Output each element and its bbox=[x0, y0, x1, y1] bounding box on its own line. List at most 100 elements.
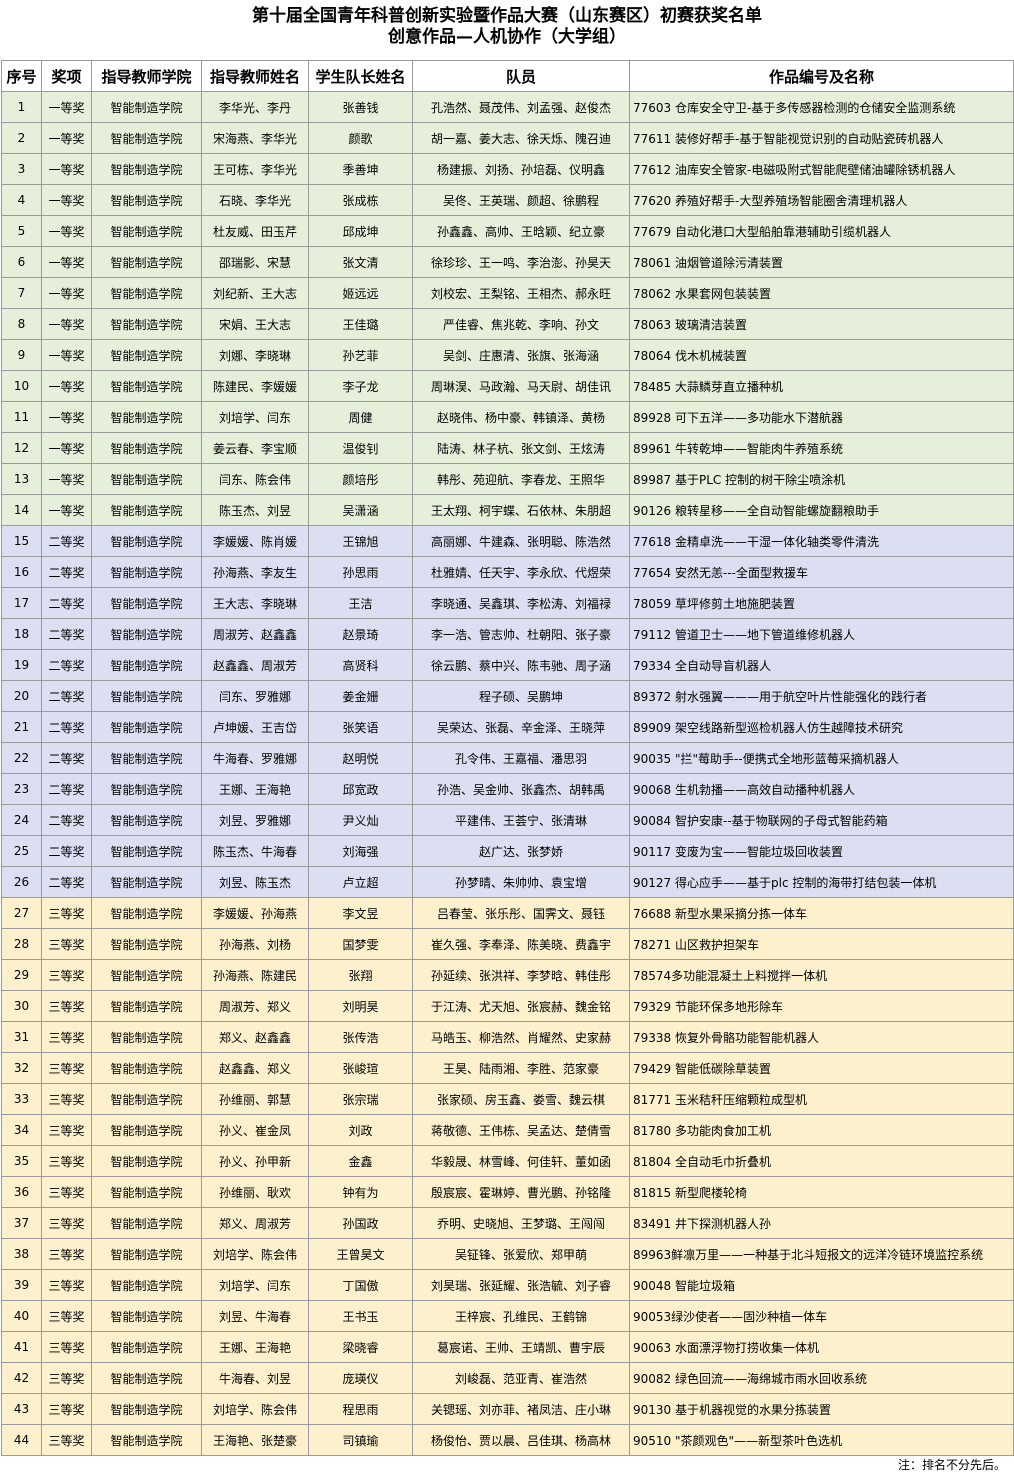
cell-teacher-names: 牛海春、刘昱 bbox=[201, 1362, 309, 1394]
table-row: 7 一等奖 智能制造学院 刘纪新、王大志 姬远远 刘校宏、王梨铭、王相杰、郝永旺 78062… bbox=[1, 277, 1014, 309]
cell-captain: 刘政 bbox=[308, 1114, 413, 1146]
cell-award: 一等奖 bbox=[41, 308, 92, 340]
cell-project: 79338 恢复外骨骼功能智能机器人 bbox=[629, 1021, 1014, 1053]
cell-award: 一等奖 bbox=[41, 432, 92, 464]
cell-teacher-names: 赵鑫鑫、郑义 bbox=[201, 1052, 309, 1084]
cell-index: 6 bbox=[1, 246, 42, 278]
cell-teacher-names: 周淑芳、赵鑫鑫 bbox=[201, 618, 309, 650]
cell-teacher-names: 郑义、赵鑫鑫 bbox=[201, 1021, 309, 1053]
cell-captain: 张峻瑄 bbox=[308, 1052, 413, 1084]
cell-index: 16 bbox=[1, 556, 42, 588]
cell-award: 二等奖 bbox=[41, 525, 92, 557]
cell-teacher-names: 李媛媛、陈肖媛 bbox=[201, 525, 309, 557]
cell-members: 赵晓伟、杨中豪、韩镇泽、黄杨 bbox=[412, 401, 630, 433]
cell-captain: 尹义灿 bbox=[308, 804, 413, 836]
awards-table: 序号 奖项 指导教师学院 指导教师姓名 学生队长姓名 队员 作品编号及名称 1一… bbox=[1, 60, 1014, 1456]
cell-captain: 张成栋 bbox=[308, 184, 413, 216]
cell-project: 77618 金精卓洗——干湿一体化轴类零件清洗 bbox=[629, 525, 1014, 557]
table-row: 19 二等奖 智能制造学院 赵鑫鑫、周淑芳 高贤科 徐云鹏、蔡中兴、陈韦驰、周子涵 7933… bbox=[1, 649, 1014, 681]
cell-captain: 王锦旭 bbox=[308, 525, 413, 557]
cell-teacher-college: 智能制造学院 bbox=[91, 1424, 202, 1456]
cell-captain: 邱宽政 bbox=[308, 773, 413, 805]
cell-teacher-names: 卢坤媛、王吉岱 bbox=[201, 711, 309, 743]
table-row: 31 三等奖 智能制造学院 郑义、赵鑫鑫 张传浩 马皓玉、柳浩然、肖耀然、史家赫 79338… bbox=[1, 1021, 1014, 1053]
cell-award: 二等奖 bbox=[41, 556, 92, 588]
cell-members: 徐珍珍、王一鸣、李治澎、孙昊天 bbox=[412, 246, 630, 278]
cell-teacher-names: 刘昱、罗雅娜 bbox=[201, 804, 309, 836]
table-row: 4 一等奖 智能制造学院 石晓、李华光 张成栋 吴佟、王英瑞、颜超、徐鹏程 77620 养殖… bbox=[1, 184, 1014, 216]
cell-teacher-names: 刘培学、闫东 bbox=[201, 1269, 309, 1301]
cell-award: 二等奖 bbox=[41, 618, 92, 650]
cell-project: 78485 大蒜鳞芽直立播种机 bbox=[629, 370, 1014, 402]
cell-index: 33 bbox=[1, 1083, 42, 1115]
table-row: 23 二等奖 智能制造学院 王娜、王海艳 邱宽政 孙浩、吴金帅、张鑫杰、胡韩禹 90068 … bbox=[1, 773, 1014, 805]
cell-teacher-college: 智能制造学院 bbox=[91, 494, 202, 526]
cell-project: 89963鲜凛万里——一种基于北斗短报文的远洋冷链环境监控系统 bbox=[629, 1238, 1014, 1270]
cell-members: 高丽娜、牛建森、张明聪、陈浩然 bbox=[412, 525, 630, 557]
table-row: 28 三等奖 智能制造学院 孙海燕、刘杨 国梦雯 崔久强、李奉泽、陈美晓、费鑫宇 78271… bbox=[1, 928, 1014, 960]
cell-project: 77603 仓库安全守卫-基于多传感器检测的仓储安全监测系统 bbox=[629, 91, 1014, 123]
cell-captain: 王佳璐 bbox=[308, 308, 413, 340]
cell-project: 77620 养殖好帮手-大型养殖场智能圈舍清理机器人 bbox=[629, 184, 1014, 216]
cell-project: 77679 自动化港口大型船舶靠港辅助引缆机器人 bbox=[629, 215, 1014, 247]
cell-members: 王昊、陆雨湘、李胜、范家豪 bbox=[412, 1052, 630, 1084]
cell-captain: 王曾昊文 bbox=[308, 1238, 413, 1270]
cell-project: 90126 粮转星移——全自动智能螺旋翻粮助手 bbox=[629, 494, 1014, 526]
cell-teacher-names: 王娜、王海艳 bbox=[201, 1331, 309, 1363]
cell-teacher-college: 智能制造学院 bbox=[91, 1300, 202, 1332]
cell-award: 三等奖 bbox=[41, 1300, 92, 1332]
cell-members: 孙延续、张洪祥、李梦晗、韩佳彤 bbox=[412, 959, 630, 991]
cell-award: 三等奖 bbox=[41, 1052, 92, 1084]
cell-members: 赵广达、张梦娇 bbox=[412, 835, 630, 867]
cell-captain: 赵景琦 bbox=[308, 618, 413, 650]
table-row: 1 一等奖 智能制造学院 李华光、李丹 张善钱 孔浩然、聂茂伟、刘孟强、赵俊杰 77603 … bbox=[1, 91, 1014, 123]
cell-members: 吕春莹、张乐彤、国霁文、聂钰 bbox=[412, 897, 630, 929]
cell-captain: 颜培彤 bbox=[308, 463, 413, 495]
cell-index: 31 bbox=[1, 1021, 42, 1053]
cell-project: 90082 绿色回流——海绵城市雨水回收系统 bbox=[629, 1362, 1014, 1394]
cell-project: 81771 玉米秸秆压缩颗粒成型机 bbox=[629, 1083, 1014, 1115]
table-row: 35 三等奖 智能制造学院 孙义、孙甲新 金鑫 华毅晟、林雪峰、何佳轩、董如函 81804 … bbox=[1, 1145, 1014, 1177]
cell-index: 42 bbox=[1, 1362, 42, 1394]
cell-award: 二等奖 bbox=[41, 742, 92, 774]
cell-members: 殷宸宸、霍琳婷、曹光鹏、孙铭隆 bbox=[412, 1176, 630, 1208]
cell-members: 杨俊怡、贾以晨、吕佳琪、杨高林 bbox=[412, 1424, 630, 1456]
cell-teacher-names: 李媛媛、孙海燕 bbox=[201, 897, 309, 929]
cell-captain: 周健 bbox=[308, 401, 413, 433]
cell-captain: 国梦雯 bbox=[308, 928, 413, 960]
cell-members: 王太翔、柯宇蝶、石依林、朱朋超 bbox=[412, 494, 630, 526]
cell-captain: 高贤科 bbox=[308, 649, 413, 681]
cell-teacher-college: 智能制造学院 bbox=[91, 91, 202, 123]
cell-captain: 孙思雨 bbox=[308, 556, 413, 588]
cell-teacher-names: 石晓、李华光 bbox=[201, 184, 309, 216]
cell-project: 81804 全自动毛巾折叠机 bbox=[629, 1145, 1014, 1177]
cell-captain: 温俊钊 bbox=[308, 432, 413, 464]
cell-project: 89961 牛转乾坤——智能肉牛养殖系统 bbox=[629, 432, 1014, 464]
cell-members: 刘昊瑞、张延耀、张浩毓、刘子睿 bbox=[412, 1269, 630, 1301]
cell-project: 78064 伐木机械装置 bbox=[629, 339, 1014, 371]
cell-members: 孙浩、吴金帅、张鑫杰、胡韩禹 bbox=[412, 773, 630, 805]
cell-index: 32 bbox=[1, 1052, 42, 1084]
cell-captain: 张翔 bbox=[308, 959, 413, 991]
table-row: 25 二等奖 智能制造学院 陈玉杰、牛海春 刘海强 赵广达、张梦娇 90117 变废为宝——… bbox=[1, 835, 1014, 867]
cell-teacher-names: 孙海燕、刘杨 bbox=[201, 928, 309, 960]
cell-teacher-college: 智能制造学院 bbox=[91, 1207, 202, 1239]
cell-members: 刘校宏、王梨铭、王相杰、郝永旺 bbox=[412, 277, 630, 309]
cell-captain: 李子龙 bbox=[308, 370, 413, 402]
cell-project: 79112 管道卫士——地下管道维修机器人 bbox=[629, 618, 1014, 650]
page-subtitle: 创意作品—人机协作（大学组） bbox=[388, 27, 626, 47]
cell-teacher-names: 宋海燕、李华光 bbox=[201, 122, 309, 154]
cell-index: 4 bbox=[1, 184, 42, 216]
title-block: 第十届全国青年科普创新实验暨作品大赛（山东赛区）初赛获奖名单 创意作品—人机协作… bbox=[0, 0, 1014, 60]
cell-index: 39 bbox=[1, 1269, 42, 1301]
cell-captain: 张宗瑞 bbox=[308, 1083, 413, 1115]
cell-award: 三等奖 bbox=[41, 990, 92, 1022]
table-header-row: 序号 奖项 指导教师学院 指导教师姓名 学生队长姓名 队员 作品编号及名称 bbox=[1, 60, 1014, 92]
cell-teacher-college: 智能制造学院 bbox=[91, 122, 202, 154]
cell-teacher-college: 智能制造学院 bbox=[91, 153, 202, 185]
cell-teacher-college: 智能制造学院 bbox=[91, 773, 202, 805]
cell-index: 23 bbox=[1, 773, 42, 805]
cell-project: 83491 井下探测机器人孙 bbox=[629, 1207, 1014, 1239]
table-row: 26 二等奖 智能制造学院 刘昱、陈玉杰 卢立超 孙梦晴、朱帅帅、袁宝增 90127 得心应… bbox=[1, 866, 1014, 898]
cell-members: 关锶瑶、刘亦菲、褚凤洁、庄小琳 bbox=[412, 1393, 630, 1425]
